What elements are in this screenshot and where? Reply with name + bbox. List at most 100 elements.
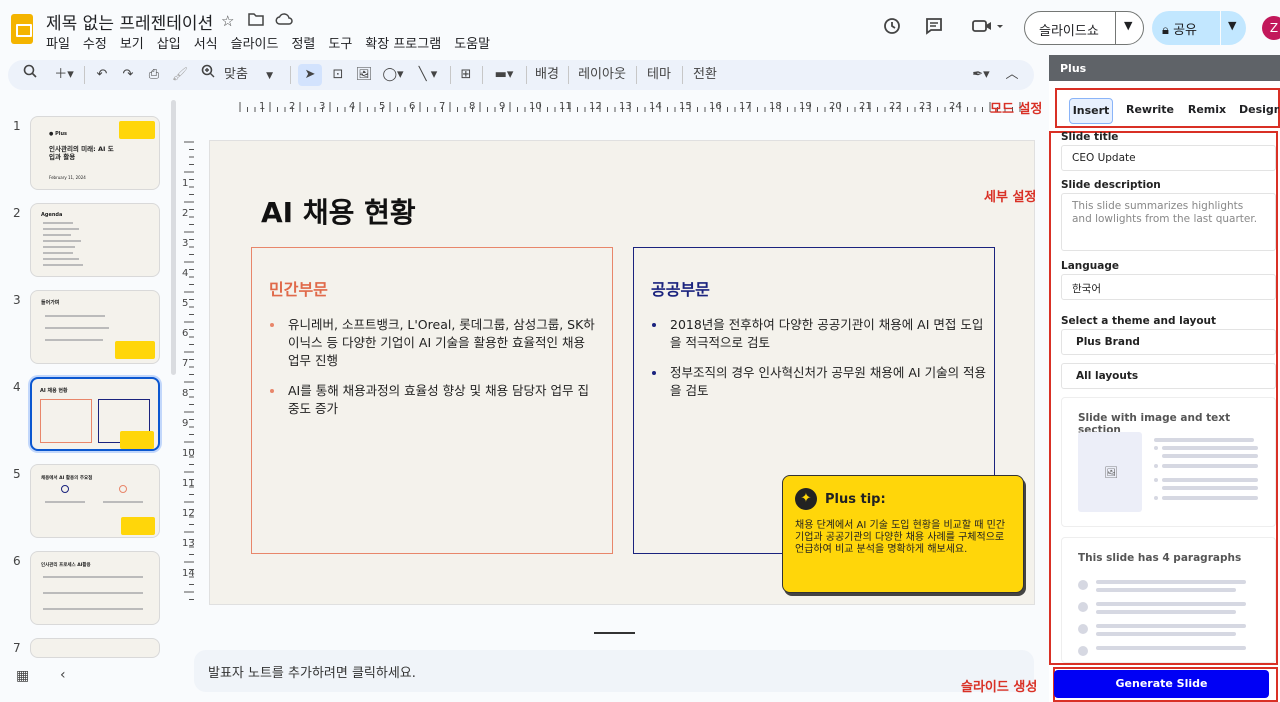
- ruler-label: 18: [769, 101, 782, 112]
- ruler-label: 8: [469, 101, 475, 112]
- layout-button[interactable]: 레이아웃: [574, 64, 630, 86]
- slideshow-button[interactable]: 슬라이드쇼 ▼: [1024, 11, 1144, 45]
- menu-extensions[interactable]: 확장 프로그램: [365, 33, 441, 52]
- paint-format-icon[interactable]: 🖌︎: [170, 64, 190, 86]
- theme-button[interactable]: 테마: [642, 64, 676, 86]
- slideshow-label: 슬라이드쇼: [1039, 24, 1099, 39]
- speaker-notes[interactable]: 발표자 노트를 추가하려면 클릭하세요.: [194, 650, 1034, 692]
- ruler-label: 13: [619, 101, 632, 112]
- meet-icon[interactable]: [970, 16, 1006, 38]
- undo-icon[interactable]: ↶: [92, 64, 112, 86]
- comments-icon[interactable]: [923, 16, 945, 38]
- slide-thumbnail-6[interactable]: 인사관리 프로세스 AI활용: [30, 551, 160, 625]
- input-tools-icon[interactable]: ▬▾: [488, 64, 520, 86]
- print-icon[interactable]: ⎙: [144, 64, 164, 86]
- tip-title: Plus tip:: [825, 492, 886, 507]
- ruler-label: 9: [499, 101, 505, 112]
- ruler-label: 12: [589, 101, 602, 112]
- app-header: 제목 없는 프레젠테이션 ☆ 파일 수정 보기 삽입 서식 슬라이드 정렬 도구…: [0, 0, 1280, 58]
- zoom-select[interactable]: 맞춤 ▼: [224, 64, 284, 86]
- move-folder-icon[interactable]: [248, 12, 264, 30]
- image-icon[interactable]: 🖼︎: [354, 64, 374, 86]
- pen-tool-icon[interactable]: ✒︎▾: [964, 64, 998, 86]
- slide-title-input[interactable]: CEO Update: [1061, 145, 1276, 171]
- ruler-label: 3: [182, 238, 188, 249]
- canvas-resize-handle[interactable]: [594, 632, 635, 634]
- plus-sidebar: Plus Insert Rewrite Remix Design Slide t…: [1049, 55, 1280, 702]
- filmstrip-scrollbar[interactable]: [171, 100, 176, 375]
- layout-filter-select[interactable]: All layouts: [1061, 363, 1276, 389]
- private-sector-bullets: 유니레버, 소프트뱅크, L'Oreal, 롯데그룹, 삼성그룹, SK하이닉스…: [266, 316, 598, 430]
- search-menu-icon[interactable]: [20, 64, 40, 86]
- version-history-icon[interactable]: [881, 16, 903, 38]
- detail-settings: Slide title CEO Update Slide description…: [1049, 131, 1278, 665]
- new-slide-icon[interactable]: ＋▾: [50, 64, 78, 86]
- menu-tools[interactable]: 도구: [328, 33, 352, 52]
- slide-thumbnail-3[interactable]: 들어가며: [30, 290, 160, 364]
- private-sector-box[interactable]: 민간부문 유니레버, 소프트뱅크, L'Oreal, 롯데그룹, 삼성그룹, S…: [251, 247, 613, 554]
- mode-tabs: Insert Rewrite Remix Design: [1055, 88, 1280, 128]
- theme-select[interactable]: Plus Brand: [1061, 329, 1276, 355]
- share-label: 공유: [1173, 23, 1197, 38]
- zoom-icon[interactable]: [198, 64, 218, 86]
- chevron-down-icon[interactable]: ▼: [1124, 19, 1132, 32]
- ruler-label: 22: [889, 101, 902, 112]
- slide-thumbnail-5[interactable]: 채용에서 AI 활용의 주요점: [30, 464, 160, 538]
- transition-button[interactable]: 전환: [690, 64, 720, 86]
- slide-thumbnail-7[interactable]: [30, 638, 160, 658]
- menu-slide[interactable]: 슬라이드: [231, 33, 279, 52]
- toolbar: ＋▾ ↶ ↷ ⎙ 🖌︎ 맞춤 ▼ ➤ ⊡ 🖼︎ ◯▾ ╲ ▾ ⊞ ▬▾ 배경 레…: [8, 60, 1034, 90]
- menu-arrange[interactable]: 정렬: [291, 33, 315, 52]
- ruler-label: 5: [379, 101, 385, 112]
- layout-card-image-text[interactable]: Slide with image and text section 🖼︎: [1061, 397, 1276, 527]
- chevron-down-icon[interactable]: ▼: [1228, 19, 1236, 32]
- menu-edit[interactable]: 수정: [83, 33, 107, 52]
- slide-description-input[interactable]: This slide summarizes highlights and low…: [1061, 193, 1276, 251]
- collapse-toolbar-icon[interactable]: ︿: [1002, 64, 1022, 86]
- bullet-item: 유니레버, 소프트뱅크, L'Oreal, 롯데그룹, 삼성그룹, SK하이닉스…: [266, 316, 598, 370]
- ruler-label: 14: [649, 101, 662, 112]
- language-select[interactable]: 한국어: [1061, 274, 1276, 300]
- document-title[interactable]: 제목 없는 프레젠테이션: [46, 9, 213, 34]
- ruler-label: 4: [349, 101, 355, 112]
- text-box-icon[interactable]: ⊡: [328, 64, 348, 86]
- insert-comment-icon[interactable]: ⊞: [456, 64, 476, 86]
- menu-file[interactable]: 파일: [46, 33, 70, 52]
- generate-slide-button[interactable]: Generate Slide: [1054, 670, 1269, 698]
- slide-description-label: Slide description: [1061, 179, 1161, 191]
- menu-format[interactable]: 서식: [194, 33, 218, 52]
- line-icon[interactable]: ╲ ▾: [412, 64, 444, 86]
- menu-insert[interactable]: 삽입: [157, 33, 181, 52]
- ruler-label: 2: [289, 101, 295, 112]
- slide-thumbnail-2[interactable]: Agenda: [30, 203, 160, 277]
- redo-icon[interactable]: ↷: [118, 64, 138, 86]
- slide-thumbnail-4-selected[interactable]: AI 채용 현황: [30, 377, 160, 451]
- layout-card-4-paragraphs[interactable]: This slide has 4 paragraphs: [1061, 537, 1276, 663]
- collapse-filmstrip-icon[interactable]: ‹: [60, 667, 66, 683]
- ruler-label: 16: [709, 101, 722, 112]
- share-button[interactable]: 🔒︎ 공유 ▼: [1152, 11, 1246, 45]
- shape-icon[interactable]: ◯▾: [380, 64, 406, 86]
- background-button[interactable]: 배경: [532, 64, 562, 86]
- avatar[interactable]: Z: [1262, 16, 1280, 40]
- cloud-status-icon[interactable]: [275, 12, 293, 30]
- slides-logo-icon[interactable]: [11, 14, 33, 44]
- plus-tip-box[interactable]: ✦ Plus tip: 채용 단계에서 AI 기술 도입 현황을 비교할 때 민…: [782, 475, 1024, 593]
- theme-layout-label: Select a theme and layout: [1061, 315, 1217, 327]
- slide-title[interactable]: AI 채용 현황: [261, 191, 416, 231]
- language-label: Language: [1061, 260, 1119, 272]
- annotation-generate: 슬라이드 생성: [961, 680, 1038, 695]
- tab-remix[interactable]: Remix: [1185, 98, 1229, 124]
- tab-design[interactable]: Design: [1239, 98, 1279, 124]
- slide-thumbnail-1[interactable]: ● Plus 인사관리의 미래: AI 도입과 활용 February 11, …: [30, 116, 160, 190]
- grid-view-icon[interactable]: ▦: [16, 668, 29, 684]
- menu-help[interactable]: 도움말: [454, 33, 490, 52]
- menu-view[interactable]: 보기: [120, 33, 144, 52]
- select-tool-icon[interactable]: ➤: [298, 64, 322, 86]
- star-icon[interactable]: ☆: [221, 12, 234, 30]
- tab-rewrite[interactable]: Rewrite: [1125, 98, 1175, 124]
- ruler-label: 23: [919, 101, 932, 112]
- chevron-down-icon: ▼: [266, 71, 273, 81]
- tab-insert[interactable]: Insert: [1069, 98, 1113, 124]
- annotation-detail-setting: 세부 설정: [984, 190, 1037, 205]
